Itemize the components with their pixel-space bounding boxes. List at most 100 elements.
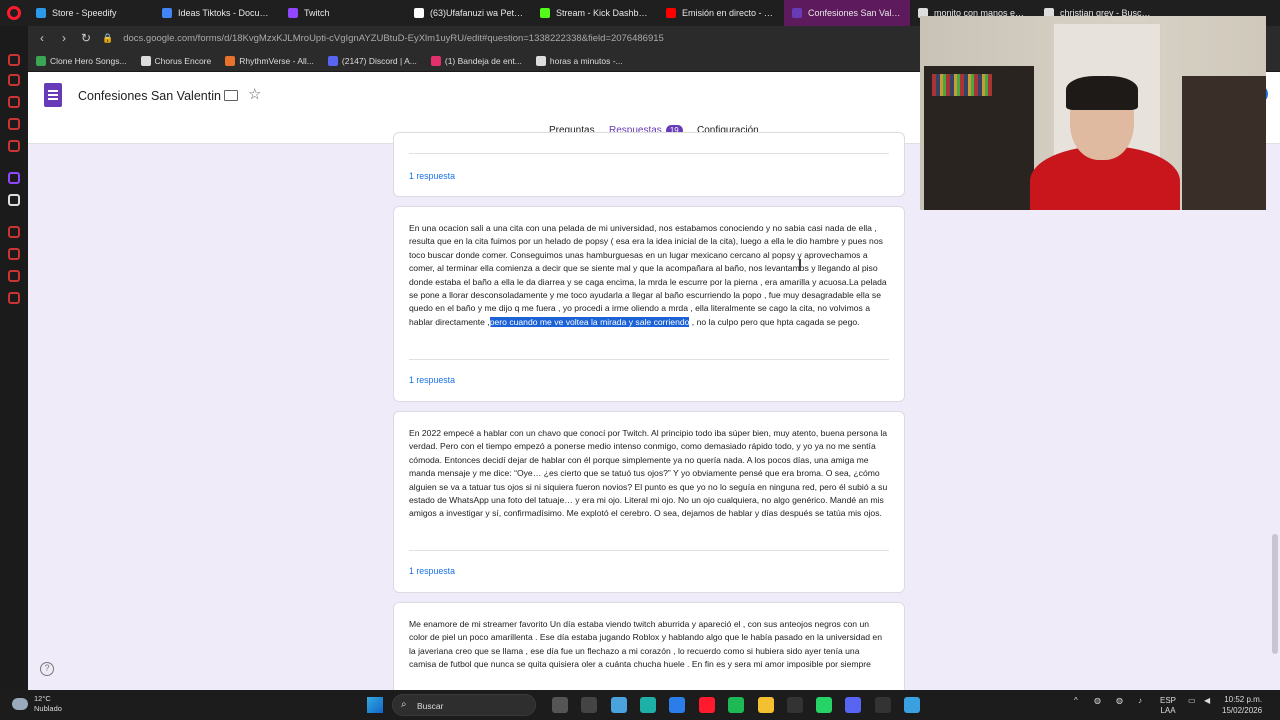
sidebar-app-icon[interactable] bbox=[8, 74, 20, 86]
tab-favicon-icon bbox=[666, 8, 676, 18]
browser-tab[interactable]: (63)Ufafanuzi wa Pete za bbox=[406, 0, 532, 26]
epic-icon[interactable] bbox=[787, 697, 803, 713]
store-icon[interactable] bbox=[669, 697, 685, 713]
opera-menu-icon[interactable] bbox=[0, 0, 28, 26]
bookmark-item[interactable]: Clone Hero Songs... bbox=[36, 55, 127, 66]
folder-icon[interactable] bbox=[224, 90, 238, 101]
browser-tab[interactable]: Twitch bbox=[280, 0, 406, 26]
response-text-part: En una ocacion sali a una cita con una p… bbox=[409, 223, 887, 327]
browser-tab[interactable]: Ideas Tiktoks - Documen bbox=[154, 0, 280, 26]
tray-app-icon[interactable]: ◍ bbox=[1116, 696, 1123, 705]
tray-app-icon[interactable]: ◍ bbox=[1094, 696, 1101, 705]
x-icon[interactable] bbox=[8, 194, 20, 206]
whatsapp-icon[interactable] bbox=[816, 697, 832, 713]
response-card: 1 respuesta bbox=[393, 132, 905, 197]
response-text: En una ocacion sali a una cita con una p… bbox=[409, 222, 889, 329]
bookmark-item[interactable]: RhythmVerse - All... bbox=[225, 55, 314, 66]
clock-date: 15/02/2026 bbox=[1222, 706, 1263, 715]
twitch-icon[interactable] bbox=[8, 172, 20, 184]
settings-icon[interactable] bbox=[8, 292, 20, 304]
sidebar-app-icon[interactable] bbox=[8, 54, 20, 66]
sidebar-app-icon[interactable] bbox=[8, 96, 20, 108]
bookmark-favicon-icon bbox=[535, 55, 546, 66]
opera-icon[interactable] bbox=[699, 697, 715, 713]
form-title[interactable]: Confesiones San Valentin bbox=[78, 89, 221, 103]
browser-sidebar bbox=[0, 26, 28, 690]
files-icon[interactable] bbox=[552, 697, 568, 713]
tab-label: Stream - Kick Dashboard bbox=[556, 8, 650, 18]
lang-bottom: LAA bbox=[1160, 706, 1176, 715]
sidebar-app-icon[interactable] bbox=[8, 270, 20, 282]
weather-widget[interactable]: 12°C Nublado bbox=[12, 694, 62, 714]
lang-top: ESP bbox=[1160, 696, 1177, 705]
response-card: Me enamore de mi streamer favorito Un dí… bbox=[393, 602, 905, 690]
browser-tab[interactable]: Confesiones San Valentin bbox=[784, 0, 910, 26]
tab-favicon-icon bbox=[792, 8, 802, 18]
response-link[interactable]: 1 respuesta bbox=[409, 566, 455, 576]
sidebar-app-icon[interactable] bbox=[8, 118, 20, 130]
tab-favicon-icon bbox=[162, 8, 172, 18]
browser-tab[interactable]: Store - Speedify bbox=[28, 0, 154, 26]
bookmark-label: RhythmVerse - All... bbox=[239, 55, 314, 66]
microphone-icon[interactable]: ♪ bbox=[1138, 696, 1142, 705]
tab-favicon-icon bbox=[288, 8, 298, 18]
edge-icon[interactable] bbox=[640, 697, 656, 713]
cloud-icon bbox=[12, 698, 28, 710]
volume-icon[interactable]: ◀ bbox=[1204, 696, 1210, 705]
response-link[interactable]: 1 respuesta bbox=[409, 375, 455, 385]
reload-icon[interactable]: ↻ bbox=[80, 31, 92, 45]
bookmark-label: (1) Bandeja de ent... bbox=[444, 55, 522, 66]
webcam-overlay bbox=[920, 16, 1266, 210]
network-icon[interactable]: ▭ bbox=[1188, 696, 1196, 705]
bookmark-label: Clone Hero Songs... bbox=[50, 55, 127, 66]
url-text[interactable]: docs.google.com/forms/d/18KvgMzxKJLMroUp… bbox=[123, 33, 664, 44]
tab-label: Confesiones San Valentin bbox=[808, 8, 902, 18]
response-link[interactable]: 1 respuesta bbox=[409, 171, 455, 181]
bookmark-item[interactable]: (2147) Discord | A... bbox=[327, 55, 417, 66]
browser-tab[interactable]: Stream - Kick Dashboard bbox=[532, 0, 658, 26]
bookmark-item[interactable]: Chorus Encore bbox=[140, 55, 211, 66]
forward-icon[interactable]: › bbox=[58, 31, 70, 45]
notepad-icon[interactable] bbox=[904, 697, 920, 713]
start-icon[interactable] bbox=[367, 697, 383, 713]
terminal-icon[interactable] bbox=[581, 697, 597, 713]
webcam-books bbox=[932, 74, 992, 96]
clock-time: 10:52 p.m. bbox=[1224, 695, 1263, 704]
google-forms-icon[interactable] bbox=[44, 83, 62, 107]
back-icon[interactable]: ‹ bbox=[36, 31, 48, 45]
webcam-right-shelf bbox=[1182, 76, 1266, 210]
browser-tab[interactable]: Emisión en directo - YouT bbox=[658, 0, 784, 26]
sidebar-app-icon[interactable] bbox=[8, 226, 20, 238]
paint-icon[interactable] bbox=[611, 697, 627, 713]
taskbar-clock[interactable]: 10:52 p.m. 15/02/2026 bbox=[1222, 694, 1262, 716]
sidebar-app-icon[interactable] bbox=[8, 248, 20, 260]
language-indicator[interactable]: ESP LAA bbox=[1160, 696, 1176, 716]
tab-label: Twitch bbox=[304, 8, 330, 18]
tab-label: Emisión en directo - YouT bbox=[682, 8, 776, 18]
tab-favicon-icon bbox=[414, 8, 424, 18]
bookmark-item[interactable]: horas a minutos -... bbox=[535, 55, 623, 66]
text-cursor bbox=[799, 259, 801, 271]
tab-favicon-icon bbox=[36, 8, 46, 18]
card-divider bbox=[409, 550, 889, 551]
sidebar-app-icon[interactable] bbox=[8, 140, 20, 152]
tray-chevron-icon[interactable]: ^ bbox=[1074, 696, 1078, 705]
bookmark-item[interactable]: (1) Bandeja de ent... bbox=[430, 55, 522, 66]
lock-icon[interactable]: 🔒 bbox=[102, 33, 113, 44]
explorer-icon[interactable] bbox=[758, 697, 774, 713]
obs-icon[interactable] bbox=[875, 697, 891, 713]
bookmark-favicon-icon bbox=[36, 55, 46, 66]
tab-label: (63)Ufafanuzi wa Pete za bbox=[430, 8, 524, 18]
spotify-icon[interactable] bbox=[728, 697, 744, 713]
selected-text: pero cuando me ve voltea la mirada y sal… bbox=[489, 316, 690, 327]
bookmark-favicon-icon bbox=[327, 55, 338, 66]
discord-icon[interactable] bbox=[845, 697, 861, 713]
bookmark-favicon-icon bbox=[140, 55, 151, 66]
star-icon[interactable]: ☆ bbox=[248, 85, 261, 103]
bookmark-favicon-icon bbox=[430, 55, 441, 66]
bookmark-favicon-icon bbox=[225, 55, 236, 66]
scrollbar-thumb[interactable] bbox=[1272, 534, 1278, 654]
help-icon[interactable]: ? bbox=[40, 662, 54, 676]
tab-label: Ideas Tiktoks - Documen bbox=[178, 8, 272, 18]
taskbar-search[interactable]: ⌕ Buscar bbox=[392, 694, 536, 716]
